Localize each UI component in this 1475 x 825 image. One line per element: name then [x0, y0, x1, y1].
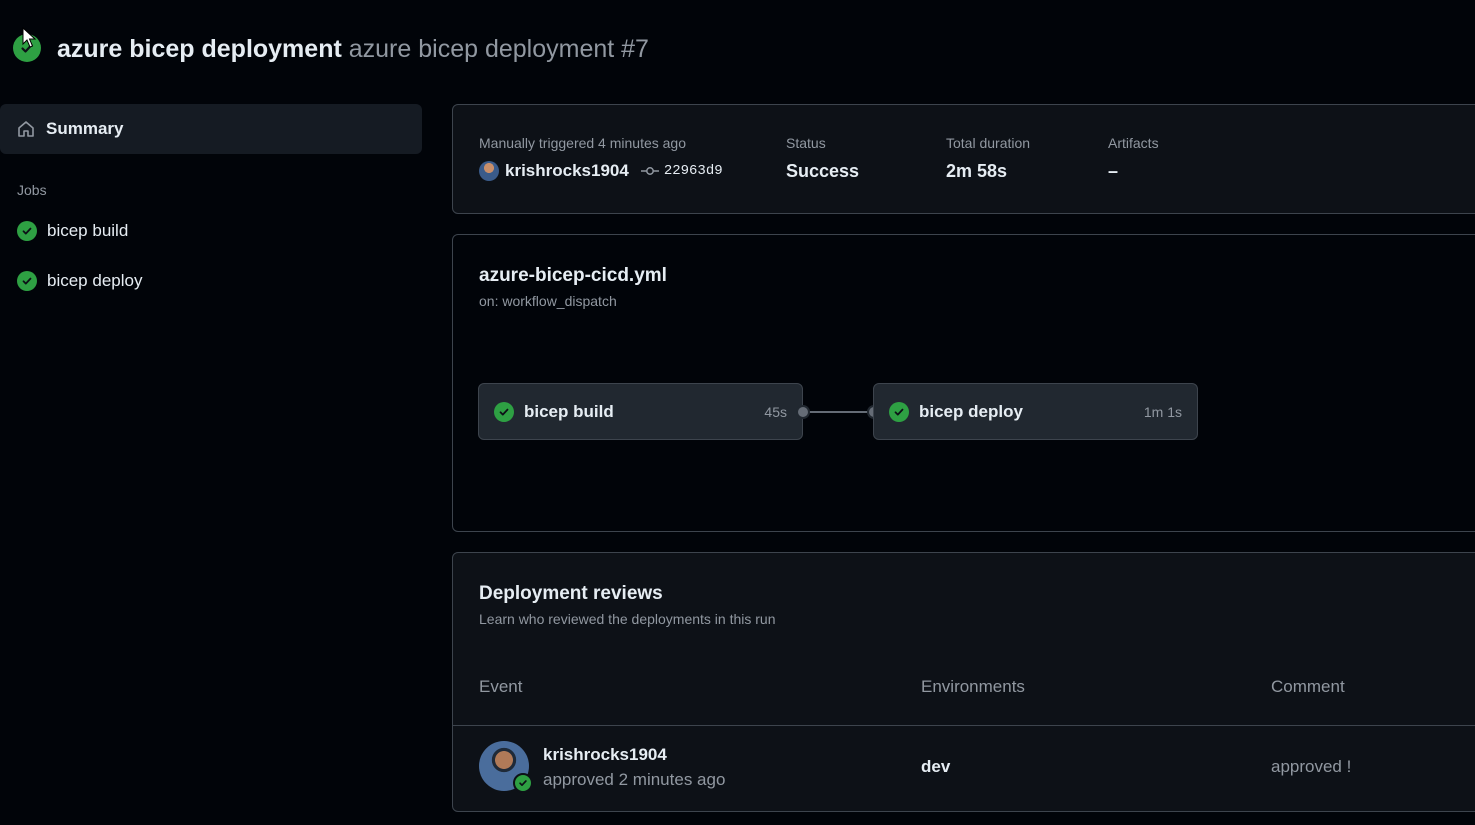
sidebar-item-bicep-deploy[interactable]: bicep deploy: [0, 256, 422, 306]
artifacts-info: Artifacts –: [1108, 135, 1159, 182]
reviewer-link[interactable]: krishrocks1904: [543, 745, 667, 765]
job-label: bicep build: [47, 221, 129, 240]
connector-dot: [796, 405, 810, 419]
run-header: azure bicep deployment azure bicep deplo…: [0, 0, 1475, 100]
status-info: Status Success: [786, 135, 859, 182]
job-node-name: bicep build: [524, 401, 614, 421]
column-header-event: Event: [479, 677, 523, 696]
duration-label: Total duration: [946, 135, 1031, 151]
artifacts-value: –: [1108, 161, 1119, 181]
workflow-graph-card: azure-bicep-cicd.yml on: workflow_dispat…: [452, 234, 1475, 532]
status-value: Success: [786, 161, 860, 181]
check-circle-icon: [17, 271, 37, 291]
job-node-duration: 45s: [764, 403, 787, 420]
jobs-heading: Jobs: [17, 182, 47, 198]
check-circle-icon: [889, 401, 909, 422]
check-circle-icon: [17, 221, 37, 241]
sidebar: Summary Jobs bicep build bicep deploy: [0, 104, 422, 306]
duration-info: Total duration 2m 58s: [946, 135, 1030, 182]
review-comment: approved !: [1271, 757, 1352, 776]
trigger-label: Manually triggered 4 minutes ago: [479, 135, 687, 151]
sidebar-item-label: Summary: [46, 119, 124, 138]
sidebar-item-summary[interactable]: Summary: [0, 104, 422, 154]
status-label: Status: [786, 135, 826, 151]
workflow-file-name[interactable]: azure-bicep-cicd.yml: [479, 265, 667, 287]
commit-link[interactable]: 22963d9: [664, 163, 723, 179]
run-title: azure bicep deployment #7: [348, 35, 649, 63]
job-node-bicep-deploy[interactable]: bicep deploy 1m 1s: [873, 383, 1198, 440]
reviews-description: Learn who reviewed the deployments in th…: [479, 611, 776, 627]
artifacts-label: Artifacts: [1108, 135, 1159, 151]
review-action: approved 2 minutes ago: [543, 770, 726, 789]
home-icon: [18, 121, 34, 137]
workflow-name[interactable]: azure bicep deployment: [57, 35, 342, 63]
workflow-trigger: on: workflow_dispatch: [479, 293, 617, 309]
job-connector: [803, 411, 873, 413]
reviews-title: Deployment reviews: [479, 583, 663, 604]
deployment-reviews-card: Deployment reviews Learn who reviewed th…: [452, 552, 1475, 812]
sidebar-item-bicep-build[interactable]: bicep build: [0, 206, 422, 256]
duration-value[interactable]: 2m 58s: [946, 161, 1030, 182]
approved-check-icon: [513, 773, 533, 793]
column-header-comment: Comment: [1271, 677, 1345, 696]
trigger-info: Manually triggered 4 minutes ago krishro…: [479, 135, 723, 181]
check-circle-icon: [494, 401, 514, 422]
page-title: azure bicep deployment azure bicep deplo…: [57, 35, 649, 64]
mouse-cursor-icon: [22, 27, 36, 48]
git-commit-icon: [640, 165, 659, 177]
job-label: bicep deploy: [47, 271, 143, 290]
review-environment: dev: [921, 757, 951, 776]
avatar[interactable]: [479, 161, 499, 181]
job-node-duration: 1m 1s: [1143, 403, 1182, 420]
job-node-name: bicep deploy: [919, 401, 1023, 421]
avatar[interactable]: [479, 741, 533, 793]
job-node-bicep-build[interactable]: bicep build 45s: [478, 383, 803, 440]
column-header-environments: Environments: [921, 677, 1025, 696]
run-summary-card: Manually triggered 4 minutes ago krishro…: [452, 104, 1475, 214]
row-divider: [453, 725, 1475, 726]
actor-link[interactable]: krishrocks1904: [505, 161, 629, 181]
